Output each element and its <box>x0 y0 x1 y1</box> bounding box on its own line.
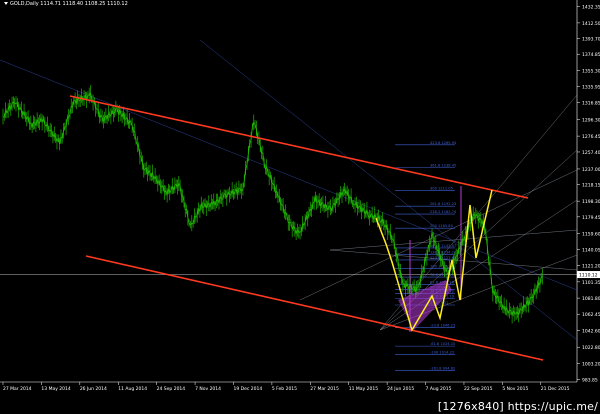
fib-level-label: 138.2 1134.10 <box>430 251 457 255</box>
price-close-segment <box>456 255 458 257</box>
time-tick-label: 21 Dec 2015 <box>541 386 570 392</box>
time-tick-label: 11 Aug 2014 <box>118 386 147 392</box>
price-tick-label: 1393.70 <box>582 37 600 43</box>
fib-level-label: -23.6 1046.23 <box>430 324 455 328</box>
price-close-segment <box>202 206 204 208</box>
price-tick-label: 983.85 <box>582 378 598 384</box>
fib-level-label: -100 1014.22 <box>430 350 454 354</box>
image-watermark: [1276x840] https://upic.me/ <box>437 400 598 413</box>
price-tick-label: 1022.80 <box>582 345 600 351</box>
fib-level-label: -61.8 1024.10 <box>430 342 456 346</box>
price-tick-label: 1042.60 <box>582 329 600 335</box>
price-tick-label: 1003.20 <box>582 362 600 368</box>
price-tick-label: 1237.00 <box>582 167 600 173</box>
fib-level-label: 423.6 1265.94 <box>430 141 457 145</box>
time-tick-label: 13 May 2014 <box>41 386 70 392</box>
price-tick-label: 1140.05 <box>582 248 600 254</box>
price-tick-label: 1062.45 <box>582 312 600 318</box>
fib-level-label: 261.8 1192.23 <box>430 202 456 206</box>
fib-level-label: 200 1165.85 <box>430 224 453 228</box>
fib-level-label: 361.8 1238.45 <box>430 164 456 168</box>
time-tick-label: 7 Aug 2015 <box>426 386 452 392</box>
price-close-segment <box>500 301 502 303</box>
time-tick-label: 26 Jun 2014 <box>80 386 107 392</box>
gold-daily-chart[interactable]: 1432.35 1412.50 1393.70 1374.85 1355.30 1335.… <box>0 0 600 414</box>
time-tick-label: 24 Sep 2014 <box>157 386 186 392</box>
fib-level-label: -161.8 994.62 <box>430 367 455 371</box>
price-tick-label: 1257.40 <box>582 150 600 156</box>
time-tick-label: 5 Feb 2015 <box>272 386 297 392</box>
fib-level-label: 300 1211.05 <box>430 187 453 191</box>
price-tick-label: 1316.85 <box>582 100 600 106</box>
price-tick-label: 1412.50 <box>582 21 600 27</box>
price-tick-label: 1198.30 <box>582 199 600 205</box>
fib-level-label: 238.2 1182.74 <box>430 210 457 214</box>
time-tick-label: 24 Jun 2015 <box>387 386 414 392</box>
price-tick-label: 1159.60 <box>582 231 600 237</box>
price-tick-label: 1121.20 <box>582 263 600 269</box>
price-tick-label: 1218.15 <box>582 183 600 189</box>
price-tick-label: 1432.35 <box>582 4 600 10</box>
current-price-label: 1110.12 <box>579 273 598 279</box>
chart-canvas[interactable]: 1432.35 1412.50 1393.70 1374.85 1355.30 1335.… <box>0 0 600 414</box>
price-tick-label: 1081.80 <box>582 296 600 302</box>
time-tick-label: 27 Mar 2015 <box>310 386 339 392</box>
dropdown-arrow-icon[interactable] <box>4 2 8 5</box>
symbol-info: GOLD,Daily 1114.71 1118.40 1108.25 1110.… <box>10 1 128 7</box>
time-tick-label: 19 Dec 2014 <box>233 386 262 392</box>
price-close-segment <box>281 204 284 206</box>
time-tick-label: 7 Nov 2014 <box>195 386 221 392</box>
time-tick-label: 27 Mar 2014 <box>3 386 32 392</box>
price-close-segment <box>238 187 241 190</box>
symbol-header: GOLD,Daily 1114.71 1118.40 1108.25 1110.… <box>4 1 128 7</box>
fib-level-label: 161.8 1142.07 <box>430 244 456 248</box>
fib-level-label: 78.6 1107.10 <box>430 273 455 277</box>
price-close-segment <box>411 288 414 290</box>
price-tick-label: 1276.45 <box>582 134 600 140</box>
price-tick-label: 1335.95 <box>582 85 600 91</box>
time-tick-label: 22 Sep 2015 <box>464 386 493 392</box>
price-tick-label: 1179.45 <box>582 215 600 221</box>
price-tick-label: 1101.35 <box>582 280 600 286</box>
fib-level-label: 123.6 1127.64 <box>430 256 457 260</box>
time-tick-label: 11 May 2015 <box>349 386 378 392</box>
time-tick-label: 5 Nov 2015 <box>502 386 528 392</box>
price-tick-label: 1355.30 <box>582 68 600 74</box>
price-tick-label: 1296.30 <box>582 118 600 124</box>
price-tick-label: 1374.85 <box>582 52 600 58</box>
